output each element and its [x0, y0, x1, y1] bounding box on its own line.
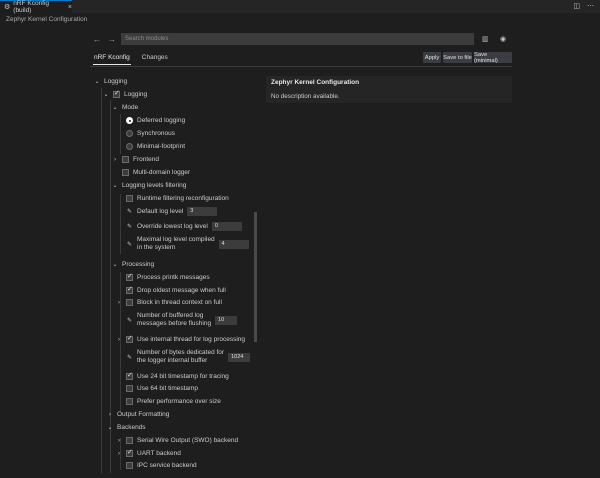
default-level-input[interactable]: 3 — [187, 207, 218, 216]
tree-item-default-level[interactable]: ✎ Default log level 3 — [126, 207, 218, 216]
apply-button[interactable]: Apply — [423, 52, 441, 63]
checkbox[interactable] — [126, 398, 133, 405]
checkbox[interactable] — [126, 285, 133, 294]
tree-item-perf-size[interactable]: Prefer performance over size — [126, 398, 221, 405]
chevron-down-icon[interactable]: ⌄ — [112, 104, 118, 111]
tree-item-override-level[interactable]: ✎ Override lowest log level 0 — [126, 222, 242, 231]
chevron-down-icon[interactable]: ⌄ — [107, 424, 113, 431]
radio-button[interactable] — [126, 117, 133, 124]
checkbox[interactable] — [126, 334, 133, 343]
override-level-input[interactable]: 0 — [211, 222, 242, 231]
broadcast-icon[interactable]: ◉ — [500, 35, 506, 43]
tree-item-max-level[interactable]: ✎ Maximal log level compiled in the syste… — [126, 236, 249, 252]
radio-button[interactable] — [126, 143, 133, 150]
tree-item-drop-oldest[interactable]: Drop oldest message when full — [126, 285, 226, 294]
split-editor-icon[interactable]: ◫ — [573, 2, 580, 10]
chevron-down-icon[interactable]: ⌄ — [94, 78, 100, 85]
radio-minimal[interactable]: Minimal-footprint — [126, 143, 185, 150]
num-buffered-input[interactable]: 10 — [215, 315, 238, 325]
checkbox[interactable] — [126, 462, 133, 469]
editor-tab-title: nRF Kconfig (build) — [13, 0, 50, 14]
tree-item-logging[interactable]: ⌄ Logging — [94, 78, 127, 85]
radio-button[interactable] — [126, 130, 133, 137]
save-minimal-button[interactable]: Save (minimal) — [474, 52, 512, 64]
config-tree: ⌄ Logging ⌄ Logging ⌄ Mode Deferred logg… — [90, 70, 260, 473]
tree-item-num-buffered[interactable]: ✎ Number of buffered log messages before … — [126, 312, 238, 328]
tree-item-bytes-buffer[interactable]: ✎ Number of bytes dedicated for the logge… — [126, 349, 251, 365]
pencil-icon: ✎ — [126, 209, 133, 215]
checkbox[interactable] — [122, 169, 129, 176]
max-level-input[interactable]: 4 — [218, 239, 249, 249]
info-title: Zephyr Kernel Configuration — [271, 79, 360, 86]
editor-tab[interactable]: ⚙ nRF Kconfig (build) × — [0, 0, 72, 14]
gear-icon: ⚙ — [4, 4, 11, 11]
checkbox[interactable] — [126, 371, 133, 380]
breadcrumb: Zephyr Kernel Configuration — [6, 16, 88, 23]
tree-item-frontend[interactable]: › Frontend — [112, 156, 159, 163]
tree-item-backends[interactable]: ⌄ Backends — [107, 424, 145, 431]
save-to-file-button[interactable]: Save to file — [443, 52, 472, 63]
divider — [90, 66, 512, 67]
tree-item-processing[interactable]: ⌄ Processing — [112, 261, 154, 268]
tab-nrf-kconfig[interactable]: nRF Kconfig — [93, 54, 131, 65]
info-description: No description available. — [271, 93, 340, 100]
tree-item-multi-domain[interactable]: Multi-domain logger — [122, 169, 190, 176]
close-icon[interactable]: × — [68, 4, 72, 11]
editor-actions: ◫ ⋯ — [573, 2, 594, 10]
checkbox[interactable] — [126, 448, 133, 457]
tree-item-runtime-filtering[interactable]: Runtime filtering reconfiguration — [126, 195, 229, 202]
pencil-icon: ✎ — [126, 317, 133, 324]
indent-guide — [101, 88, 102, 473]
radio-deferred[interactable]: Deferred logging — [126, 117, 185, 124]
info-panel: Zephyr Kernel Configuration No descripti… — [266, 76, 512, 103]
checkbox[interactable] — [113, 89, 120, 98]
chevron-right-icon[interactable]: › — [116, 451, 122, 457]
tree-item-levels-filtering[interactable]: ⌄ Logging levels filtering — [112, 182, 186, 189]
view-tabs: nRF Kconfig Changes — [93, 54, 169, 65]
back-arrow-icon[interactable]: ← — [93, 35, 101, 44]
pencil-icon: ✎ — [126, 354, 133, 361]
chevron-down-icon[interactable]: ⌄ — [103, 91, 109, 98]
book-icon[interactable]: ▥ — [482, 35, 489, 43]
tree-item-ipc[interactable]: IPC service backend — [126, 462, 197, 469]
more-actions-icon[interactable]: ⋯ — [587, 2, 594, 10]
tree-item-block-thread[interactable]: › Block in thread context on full — [116, 299, 222, 306]
checkbox[interactable] — [126, 299, 133, 306]
tree-item-mode[interactable]: ⌄ Mode — [112, 104, 138, 111]
pencil-icon: ✎ — [126, 241, 133, 248]
chevron-right-icon[interactable]: › — [107, 412, 113, 418]
checkbox[interactable] — [126, 437, 133, 444]
tree-item-process-printk[interactable]: Process printk messages — [126, 272, 210, 281]
pencil-icon: ✎ — [126, 224, 133, 230]
search-input[interactable]: Search modules — [121, 33, 474, 45]
chevron-right-icon[interactable]: › — [116, 300, 122, 306]
tree-item-uart[interactable]: › UART backend — [116, 448, 181, 457]
chevron-down-icon[interactable]: ⌄ — [112, 261, 118, 268]
tab-changes[interactable]: Changes — [141, 54, 169, 65]
editor-tab-bar — [0, 0, 600, 13]
indent-guide — [120, 114, 121, 154]
scrollbar-thumb[interactable] — [254, 212, 257, 342]
checkbox[interactable] — [126, 272, 133, 281]
chevron-right-icon[interactable]: › — [112, 157, 118, 163]
chevron-down-icon[interactable]: ⌄ — [112, 182, 118, 189]
tree-item-output-formatting[interactable]: › Output Formatting — [107, 411, 169, 418]
tree-item-ts24[interactable]: Use 24 bit timestamp for tracing — [126, 371, 229, 380]
forward-arrow-icon[interactable]: → — [108, 35, 116, 44]
tree-item-swo[interactable]: › Serial Wire Output (SWO) backend — [116, 437, 238, 444]
tree-item-logging-enable[interactable]: ⌄ Logging — [103, 89, 147, 98]
chevron-right-icon[interactable]: › — [116, 438, 122, 444]
indent-guide — [120, 194, 121, 254]
tree-item-ts64[interactable]: Use 64 bit timestamp — [126, 385, 198, 392]
radio-synchronous[interactable]: Synchronous — [126, 130, 175, 137]
checkbox[interactable] — [122, 156, 129, 163]
checkbox[interactable] — [126, 195, 133, 202]
checkbox[interactable] — [126, 385, 133, 392]
bytes-buffer-input[interactable]: 1024 — [228, 352, 251, 362]
chevron-right-icon[interactable]: › — [116, 337, 122, 343]
tree-item-internal-thread[interactable]: › Use internal thread for log processing — [116, 334, 245, 343]
